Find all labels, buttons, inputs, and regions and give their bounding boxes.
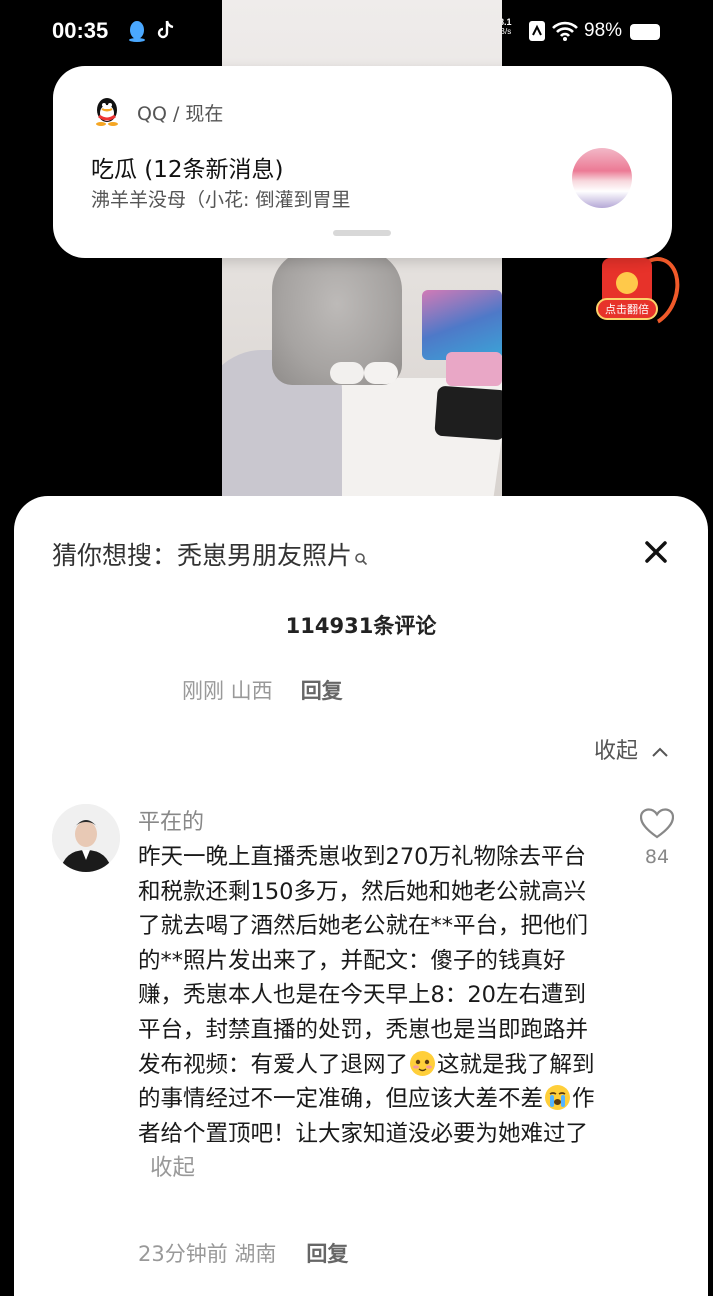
reply-button[interactable]: 回复 xyxy=(306,1242,348,1266)
previous-reply-meta: 刚刚 山西 回复 xyxy=(182,675,343,705)
comment-collapse-link[interactable]: 收起 xyxy=(150,1155,195,1181)
tiktok-icon xyxy=(156,19,176,46)
close-icon[interactable] xyxy=(638,534,674,570)
previous-reply-button[interactable]: 回复 xyxy=(301,679,343,703)
notification-app-name: QQ / 现在 xyxy=(137,103,224,125)
comment-text: 昨天一晚上直播秃崽收到270万礼物除去平台和税款还剩150多万，然后她和她老公就… xyxy=(138,840,608,1186)
collapse-label: 收起 xyxy=(594,739,639,764)
comment-count: 114931条评论 xyxy=(285,614,437,638)
qq-notification[interactable]: QQ / 现在 吃瓜 (12条新消息) 沸羊羊没母（小花: 倒灌到胃里 xyxy=(53,66,672,258)
search-suggestion[interactable]: 猜你想搜：秃崽男朋友照片 xyxy=(52,536,368,572)
avatar[interactable] xyxy=(52,804,120,872)
like-count: 84 xyxy=(644,846,670,868)
comment-time-location: 23分钟前 湖南 xyxy=(138,1242,277,1266)
crying-emoji-icon xyxy=(545,1085,571,1111)
video-phone xyxy=(434,385,502,441)
battery-percent: 98% xyxy=(584,20,623,41)
battery-icon xyxy=(630,24,660,40)
wifi-icon xyxy=(552,20,578,46)
notification-thumbnail xyxy=(572,148,632,208)
nfc-icon xyxy=(528,20,546,46)
red-packet-label: 点击翻倍 xyxy=(596,298,658,320)
comment-text-part: 昨天一晚上直播秃崽收到270万礼物除去平台和税款还剩150多万，然后她和她老公就… xyxy=(138,844,589,1078)
heart-icon[interactable] xyxy=(639,808,675,840)
red-packet-button[interactable]: 点击翻倍 xyxy=(596,249,689,335)
collapse-replies-button[interactable]: 收起 xyxy=(594,733,669,765)
status-time: 00:35 xyxy=(52,18,109,43)
previous-reply-time-location: 刚刚 山西 xyxy=(182,679,273,703)
comments-sheet: 猜你想搜：秃崽男朋友照片 114931条评论 刚刚 山西 回复 收起 平在的 昨… xyxy=(14,496,708,1296)
notification-title: 吃瓜 (12条新消息) xyxy=(91,157,284,183)
chevron-up-icon xyxy=(652,747,668,757)
video-cat-paw xyxy=(364,362,398,384)
search-icon[interactable] xyxy=(354,543,368,572)
qq-penguin-icon xyxy=(128,20,146,46)
comment-meta: 23分钟前 湖南 回复 xyxy=(138,1238,348,1268)
notification-drag-handle[interactable] xyxy=(333,230,391,236)
blush-emoji-icon xyxy=(410,1050,436,1076)
video-pink-object xyxy=(446,352,502,386)
notification-body: 沸羊羊没母（小花: 倒灌到胃里 xyxy=(91,189,351,211)
video-colorful-box xyxy=(422,290,502,360)
video-cat-paw xyxy=(330,362,364,384)
search-suggestion-prefix: 猜你想搜： xyxy=(52,541,178,570)
comment-username[interactable]: 平在的 xyxy=(138,804,204,836)
qq-penguin-icon xyxy=(93,96,121,126)
search-suggestion-term[interactable]: 秃崽男朋友照片 xyxy=(177,541,352,570)
coin-icon xyxy=(616,272,638,294)
